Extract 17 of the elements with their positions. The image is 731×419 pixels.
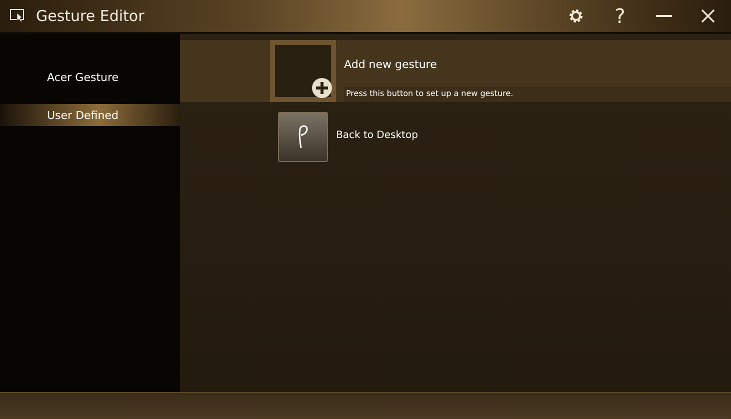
help-button[interactable]: ?: [603, 1, 637, 31]
gesture-stroke-icon: [296, 124, 310, 150]
gesture-label: Add new gesture: [344, 57, 438, 71]
add-gesture-button[interactable]: [270, 40, 336, 102]
app-icon: [10, 9, 26, 23]
minimize-icon: [656, 14, 672, 18]
window-title: Gesture Editor: [36, 7, 146, 25]
settings-icon: [568, 8, 584, 24]
sidebar-item[interactable]: Acer Gesture: [0, 66, 180, 88]
gesture-tile[interactable]: [278, 112, 328, 162]
hint-text: Press this button to set up a new gesture.: [344, 87, 731, 102]
close-icon: [701, 9, 715, 23]
sidebar-item[interactable]: User Defined: [0, 104, 180, 126]
gesture-label: Back to Desktop: [336, 129, 419, 141]
gesture-row[interactable]: Back to Desktop: [180, 112, 731, 162]
gesture-row[interactable]: Add new gesture Press this button to set up a new gesture.: [180, 40, 731, 102]
add-icon: [311, 77, 333, 99]
